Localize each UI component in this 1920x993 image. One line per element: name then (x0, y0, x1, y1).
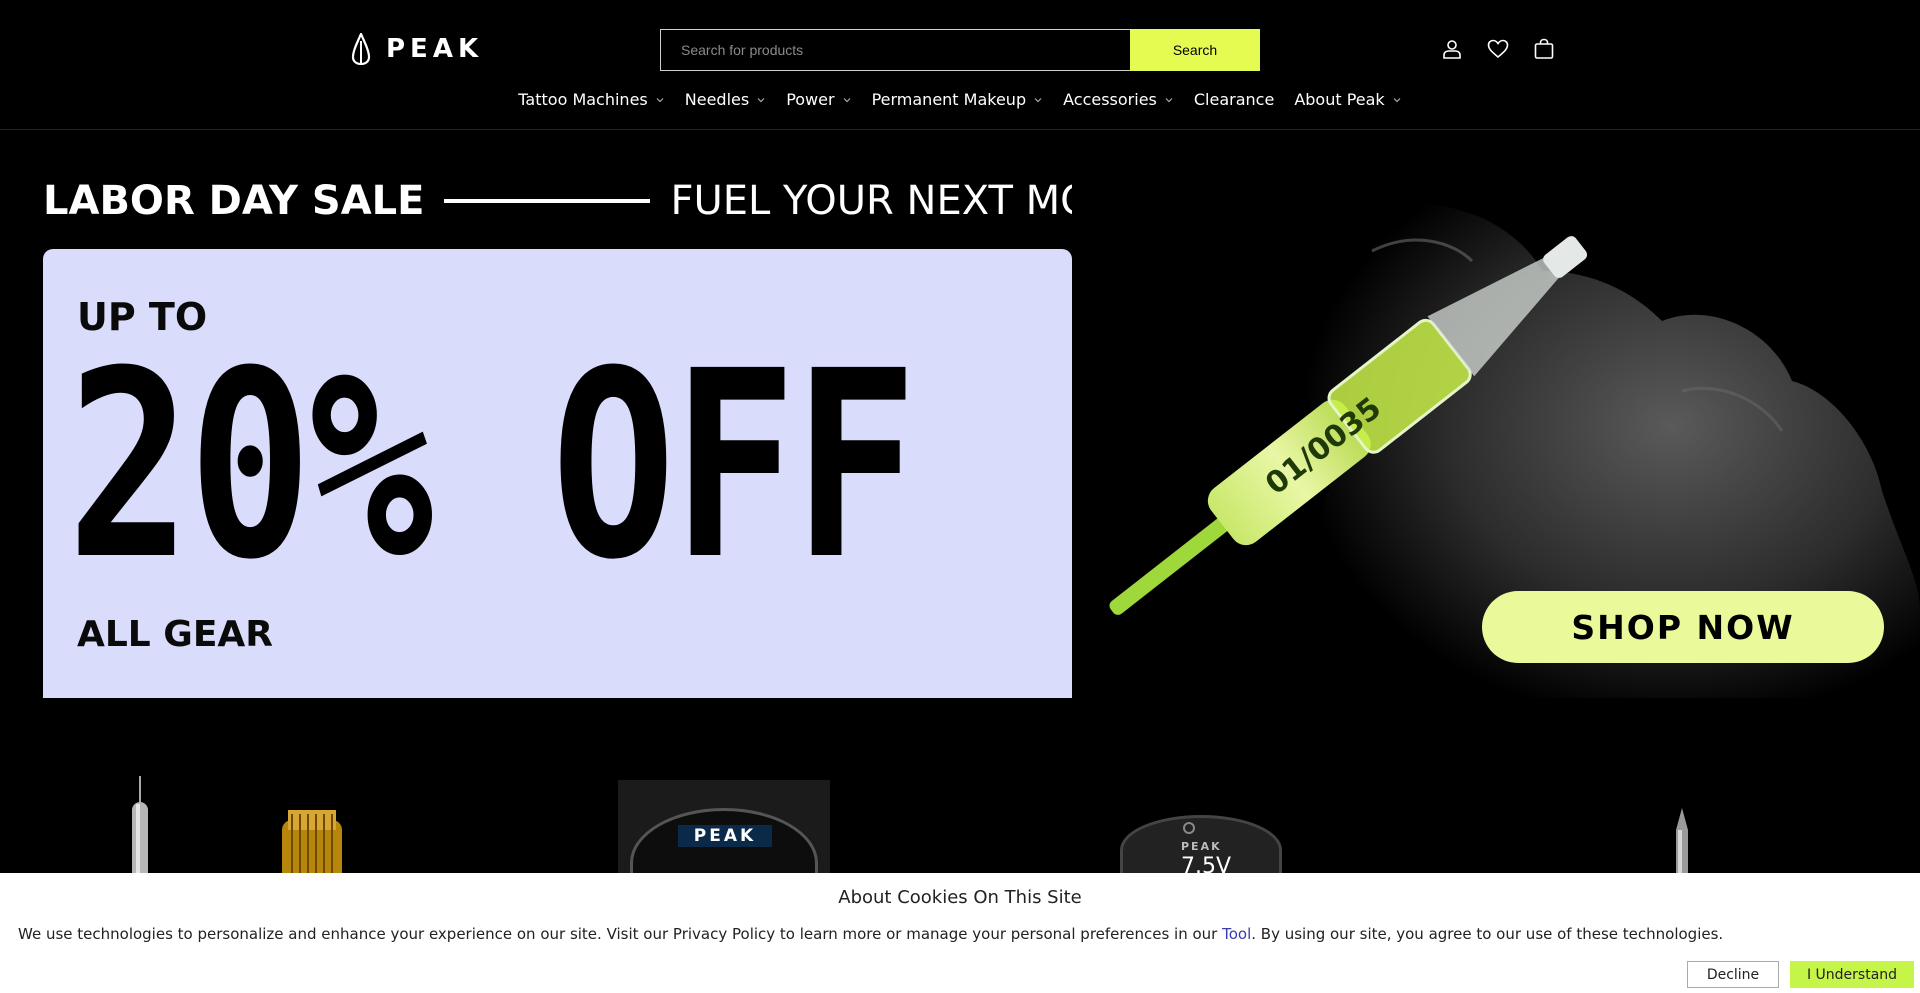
discount-scope: ALL GEAR (77, 614, 273, 655)
search-input[interactable] (660, 29, 1130, 71)
nav-item-permanent-makeup[interactable]: Permanent Makeup (872, 90, 1044, 109)
heart-icon[interactable] (1486, 37, 1510, 61)
chevron-down-icon (757, 97, 765, 102)
nav-item-about-peak[interactable]: About Peak (1294, 90, 1401, 109)
power-supply-logo: PEAK (1181, 840, 1222, 853)
nav-label: About Peak (1294, 90, 1385, 109)
site-header: PEAK Search Tattoo Machines Needles Powe… (0, 0, 1920, 130)
header-icons (1440, 37, 1556, 61)
nav-item-clearance[interactable]: Clearance (1194, 90, 1274, 109)
account-icon[interactable] (1440, 37, 1464, 61)
nav-item-tattoo-machines[interactable]: Tattoo Machines (518, 90, 664, 109)
peak-logo[interactable]: PEAK (350, 33, 483, 65)
discount-amount: 20% OFF (67, 316, 918, 616)
chevron-down-icon (1393, 97, 1401, 102)
device-logo: PEAK (678, 825, 772, 847)
discount-panel: UP TO 20% OFF ALL GEAR (43, 249, 1072, 698)
hero-headline: LABOR DAY SALE FUEL YOUR NEXT MOVE (43, 178, 1144, 224)
decline-button[interactable]: Decline (1687, 961, 1779, 988)
cookie-text: We use technologies to personalize and e… (18, 925, 1723, 943)
shop-now-button[interactable]: SHOP NOW (1482, 591, 1884, 663)
nav-label: Tattoo Machines (518, 90, 648, 109)
sale-title: LABOR DAY SALE (43, 178, 425, 224)
nav-item-accessories[interactable]: Accessories (1063, 90, 1174, 109)
cookie-text-before: We use technologies to personalize and e… (18, 925, 1223, 943)
nav-label: Power (786, 90, 835, 109)
nav-label: Permanent Makeup (871, 90, 1027, 109)
nav-item-needles[interactable]: Needles (685, 90, 766, 109)
product-row: PEAK PEAK 7.5V (0, 698, 1920, 918)
chevron-down-icon (843, 97, 850, 102)
peak-logo-icon (351, 33, 371, 65)
accept-button[interactable]: I Understand (1790, 961, 1914, 988)
chevron-down-icon (1034, 97, 1042, 102)
cart-icon[interactable] (1532, 37, 1556, 61)
nav-label: Clearance (1193, 90, 1275, 109)
headline-divider (444, 199, 651, 203)
nav-label: Needles (684, 90, 750, 109)
cookie-text-after: . By using our site, you agree to our us… (1251, 925, 1724, 943)
cookie-tool-link[interactable]: Tool (1222, 925, 1251, 943)
nav-label: Accessories (1063, 90, 1157, 109)
chevron-down-icon (1165, 97, 1173, 102)
search-button[interactable]: Search (1130, 29, 1260, 71)
main-nav: Tattoo Machines Needles Power Permanent … (0, 90, 1920, 109)
cookie-banner: About Cookies On This Site We use techno… (0, 873, 1920, 993)
nav-item-power[interactable]: Power (786, 90, 851, 109)
chevron-down-icon (656, 97, 664, 102)
logo-text: PEAK (386, 34, 484, 64)
cookie-title: About Cookies On This Site (838, 887, 1082, 908)
hero-banner[interactable]: LABOR DAY SALE FUEL YOUR NEXT MOVE UP TO… (0, 131, 1920, 698)
search-form: Search (660, 29, 1260, 71)
needle-product-image[interactable] (120, 776, 160, 886)
